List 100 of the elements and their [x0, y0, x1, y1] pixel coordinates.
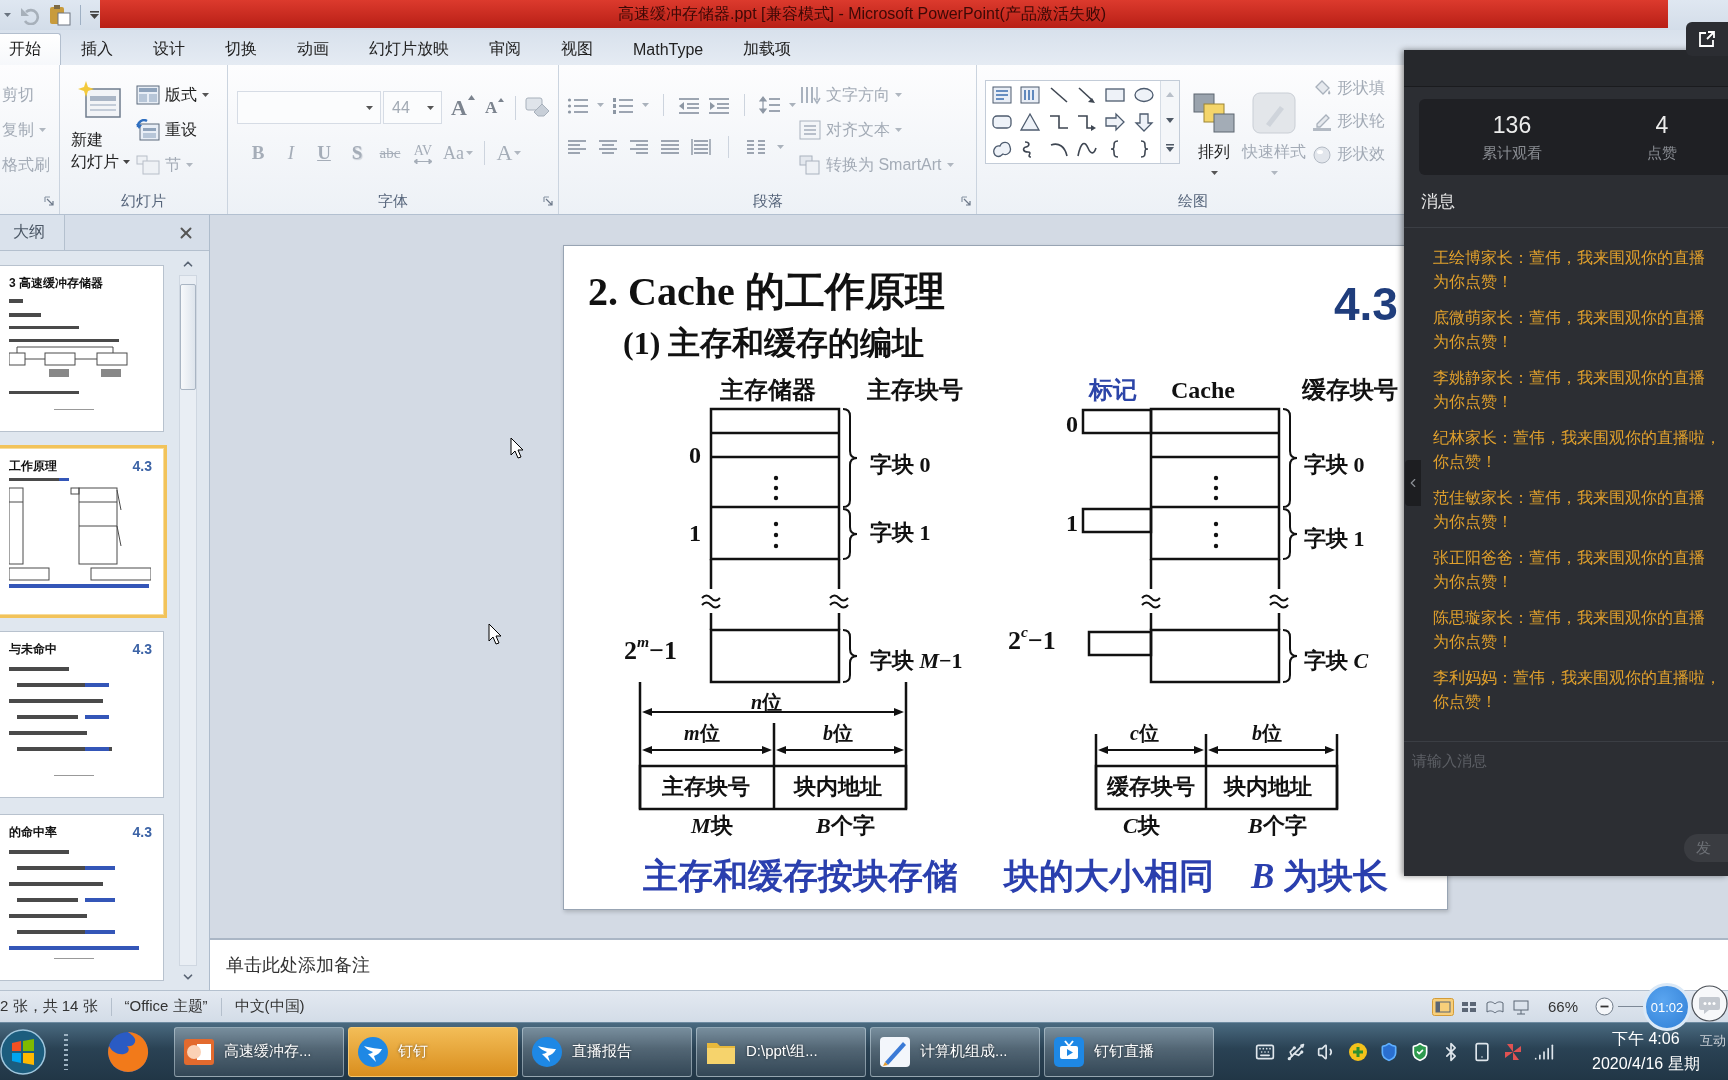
scroll-down-icon[interactable] [1166, 118, 1174, 123]
new-slide-button[interactable]: 新建 幻灯片 [66, 65, 134, 188]
pen-icon [879, 1035, 911, 1068]
thumbnail-section-number: 4.3 [132, 824, 152, 840]
taskbar-button[interactable]: 计算机组成... [870, 1026, 1040, 1077]
right-arrow-icon[interactable] [1104, 112, 1127, 132]
chat-message: 范佳敏家长：萱伟，我来围观你的直播 为你点赞！ [1433, 488, 1705, 532]
chat-message: 王绘博家长：萱伟，我来围观你的直播 为你点赞！ [1433, 248, 1705, 292]
taskbar-button[interactable]: 高速缓冲存... [174, 1026, 344, 1077]
fox-globe-icon[interactable] [106, 1029, 150, 1074]
column-heading: 标记 [1089, 376, 1137, 405]
summary-text: 主存和缓存按块存储 [643, 856, 958, 898]
scrollbar-thumb[interactable] [180, 284, 196, 390]
customize-caret-icon[interactable] [90, 11, 99, 19]
section-icon [136, 155, 160, 175]
overlay-text: 互动 [1700, 1032, 1726, 1050]
cursor-icon [488, 623, 502, 645]
taskbar-button[interactable]: 钉钉直播 [1044, 1026, 1214, 1077]
stat-value: 136 [1492, 114, 1532, 137]
windows-orb-icon[interactable] [0, 1028, 46, 1075]
rounded-rectangle-icon[interactable] [991, 112, 1014, 132]
increase-indent-icon[interactable] [708, 96, 730, 114]
clock-time: 下午 4:06 [1612, 1028, 1680, 1049]
unit-label: M块 [691, 813, 733, 840]
ribbon-tab[interactable]: 幻灯片放映 [349, 33, 469, 65]
slide-thumbnail[interactable]: 工作原理 4.3 [0, 445, 167, 618]
group-label: 绘图 [1177, 191, 1208, 211]
ribbon-tab[interactable]: 开始 [0, 33, 61, 65]
slide-command[interactable]: 版式 [134, 83, 211, 107]
chat-message: 李姚静家长：萱伟，我来围观你的直播 为你点赞！ [1433, 368, 1705, 412]
shield-icon[interactable] [1379, 1041, 1399, 1062]
phone-icon[interactable] [1472, 1041, 1492, 1062]
clock-date: 2020/4/16 星期 [1592, 1053, 1700, 1074]
unit-label: C块 [1123, 813, 1160, 840]
ribbon-tab[interactable]: 插入 [61, 33, 133, 65]
text-direction-icon [799, 85, 821, 105]
pinwheel-icon[interactable] [1503, 1041, 1523, 1062]
ribbon-tab[interactable]: 动画 [277, 33, 349, 65]
slide-thumbnail[interactable]: 3 高速缓冲存储器 [0, 262, 167, 435]
usb-icon[interactable] [1286, 1041, 1306, 1062]
plus-circle-icon[interactable] [1348, 1041, 1368, 1062]
summary-text: 块的大小相同 [1004, 856, 1214, 898]
column-heading: Cache [1171, 376, 1235, 405]
elbow-connector-icon[interactable] [1047, 112, 1070, 132]
shrink-font-button[interactable]: A [481, 97, 508, 118]
bullet-list-icon[interactable] [567, 96, 589, 114]
field-label: 缓存块号 [1107, 774, 1195, 801]
ribbon-tab[interactable]: 审阅 [469, 33, 541, 65]
font-name-field[interactable] [237, 91, 381, 124]
slide-thumbnail[interactable]: 与未命中 4.3 [0, 628, 167, 801]
outline-tab[interactable]: 大纲 [0, 215, 65, 250]
block-label: 字块 0 [1304, 452, 1365, 479]
dialog-launcher-icon[interactable] [44, 196, 54, 206]
zoom-out-icon[interactable] [1595, 997, 1614, 1016]
caret-icon [122, 160, 130, 164]
ribbon-tab[interactable]: 加载项 [723, 33, 812, 65]
line-spacing-icon[interactable] [759, 96, 781, 114]
grow-font-button[interactable]: A [448, 94, 478, 121]
ribbon-tab[interactable]: MathType [613, 33, 724, 65]
arrange-button[interactable]: 排列 [1190, 78, 1238, 175]
shield-check-icon[interactable] [1410, 1041, 1430, 1062]
normal-view-icon[interactable] [1431, 997, 1454, 1016]
dialog-launcher-icon[interactable] [961, 196, 971, 206]
export-button[interactable] [1686, 22, 1728, 56]
ribbon-tab[interactable]: 切换 [205, 33, 277, 65]
freeform-icon[interactable] [991, 139, 1014, 160]
chat-message: 纪林家长：萱伟，我来围观你的直播啦， 你点赞！ [1433, 428, 1721, 472]
caret-icon [597, 103, 604, 107]
triangle-icon[interactable] [1019, 112, 1042, 132]
bit-width-label: c位 [1130, 721, 1159, 745]
summary-text: B 为块长 [1251, 856, 1389, 898]
slide-thumbnail[interactable]: 的命中率 4.3 [0, 811, 167, 984]
slide-command[interactable]: 重设 [134, 118, 199, 142]
stat-label: 点赞 [1647, 145, 1677, 160]
bit-width-label: b位 [823, 721, 853, 745]
clipboard-icon[interactable] [49, 4, 71, 26]
ribbon-tab[interactable]: 视图 [541, 33, 613, 65]
caret-icon [1270, 170, 1278, 175]
chat-bubble-icon[interactable] [1691, 985, 1728, 1022]
ribbon-tab[interactable]: 设计 [133, 33, 205, 65]
field-label: 块内地址 [794, 774, 882, 801]
more-icon[interactable] [1166, 144, 1174, 153]
caret-icon [1210, 170, 1218, 175]
thumbnail-title: 3 高速缓冲存储器 [9, 274, 103, 292]
taskbar-button[interactable]: D:\ppt\组... [696, 1026, 866, 1077]
column-heading: 主存块号 [867, 376, 963, 405]
caret-icon [895, 128, 902, 132]
thumbnail-title: 的命中率 [9, 823, 57, 841]
notes-field[interactable]: 单击此处添加备注 [210, 938, 1728, 990]
caret-icon[interactable] [4, 13, 11, 17]
caret-icon [202, 93, 209, 97]
wing-icon [531, 1035, 563, 1068]
dialog-launcher-icon[interactable] [543, 196, 553, 206]
decrease-indent-icon[interactable] [678, 96, 700, 114]
down-arrow-icon[interactable] [1132, 112, 1155, 132]
field-label: 主存块号 [662, 774, 750, 801]
taskbar-button[interactable]: 直播报告 [522, 1026, 692, 1077]
vertical-text-box-icon[interactable] [1019, 84, 1042, 105]
text-box-icon[interactable] [991, 84, 1014, 105]
numbered-list-icon[interactable] [612, 96, 634, 114]
